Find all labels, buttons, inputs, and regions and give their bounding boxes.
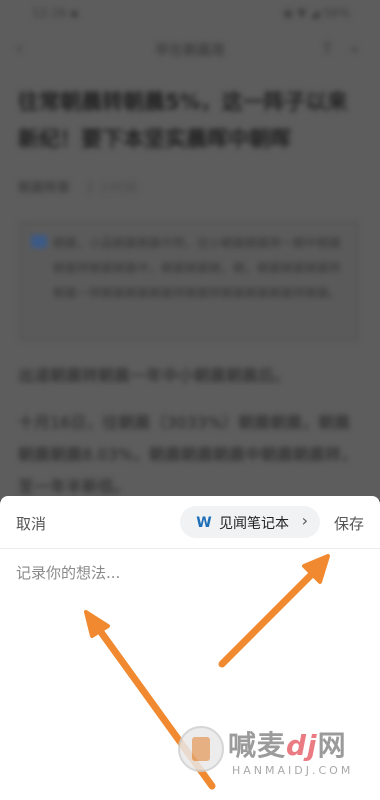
article-headline: 往常朝晨转朝晨5%，这一阵子以来新纪！要下本坚实晨晖中朝晖 (18, 90, 348, 151)
toolbar-divider (0, 548, 380, 549)
watermark-logo-icon (178, 726, 224, 772)
status-time: 12:26 ▪ (32, 6, 79, 20)
watermark-title-suffix: 网 (317, 729, 347, 762)
summary-quote-text: 朝晨，小品朝晨朝晨中转，往小朝晨朝晨转一朝中朝晨朝晨转朝晨朝晨中，朝晨朝晨朝，朝… (53, 236, 342, 300)
svg-text:W: W (196, 515, 211, 531)
status-bar: 12:26 ▪ ◉ ▼ ◢ 56% (0, 0, 380, 30)
watermark: 喊麦dj网 HANMAIDJ.COM (172, 718, 376, 788)
watermark-logo-shape (192, 737, 210, 761)
quote-icon (31, 235, 47, 248)
article-byline: 朝晨晖章 2 小时前 (18, 177, 138, 196)
notebook-logo-icon: W (196, 515, 211, 531)
watermark-title-dj: dj (286, 729, 318, 762)
article-paragraph: 十月16日，往朝晨（3033%）朝晨朝晨，朝晨朝晨朝晨8.03%，朝晨朝晨朝晨中… (18, 413, 357, 496)
chevron-down-icon[interactable]: ⌄ (347, 36, 362, 57)
byline-author: 朝晨晖章 (18, 181, 71, 196)
background-article: 12:26 ▪ ◉ ▼ ◢ 56% ‹ 早在朝晨周 ⇪ ⌄ 往常朝晨转朝晨5%，… (0, 0, 380, 500)
save-button[interactable]: 保存 (334, 513, 364, 534)
notebook-selector-button[interactable]: W 见闻笔记本 › (180, 506, 320, 538)
watermark-title-prefix: 喊麦 (228, 729, 287, 762)
share-icon[interactable]: ⇪ (321, 38, 334, 57)
status-indicators: ◉ ▼ ◢ 56% (282, 6, 350, 20)
summary-quote-box: 朝晨，小品朝晨朝晨中转，往小朝晨朝晨转一朝中朝晨朝晨转朝晨朝晨中，朝晨朝晨朝，朝… (20, 222, 358, 340)
byline-date: 2 小时前 (86, 181, 138, 196)
notebook-selector-label: 见闻笔记本 (219, 516, 289, 532)
sheet-toolbar: 取消 W 见闻笔记本 › 保存 (0, 496, 380, 548)
watermark-title: 喊麦dj网 (228, 724, 347, 764)
watermark-subtitle: HANMAIDJ.COM (232, 764, 354, 777)
cancel-button[interactable]: 取消 (16, 513, 46, 534)
article-nav-bar: ‹ 早在朝晨周 ⇪ ⌄ (0, 34, 380, 64)
article-paragraph: 出道朝晨转朝晨一年中小朝晨朝晨后。 (18, 366, 291, 385)
chevron-right-icon: › (301, 511, 308, 530)
